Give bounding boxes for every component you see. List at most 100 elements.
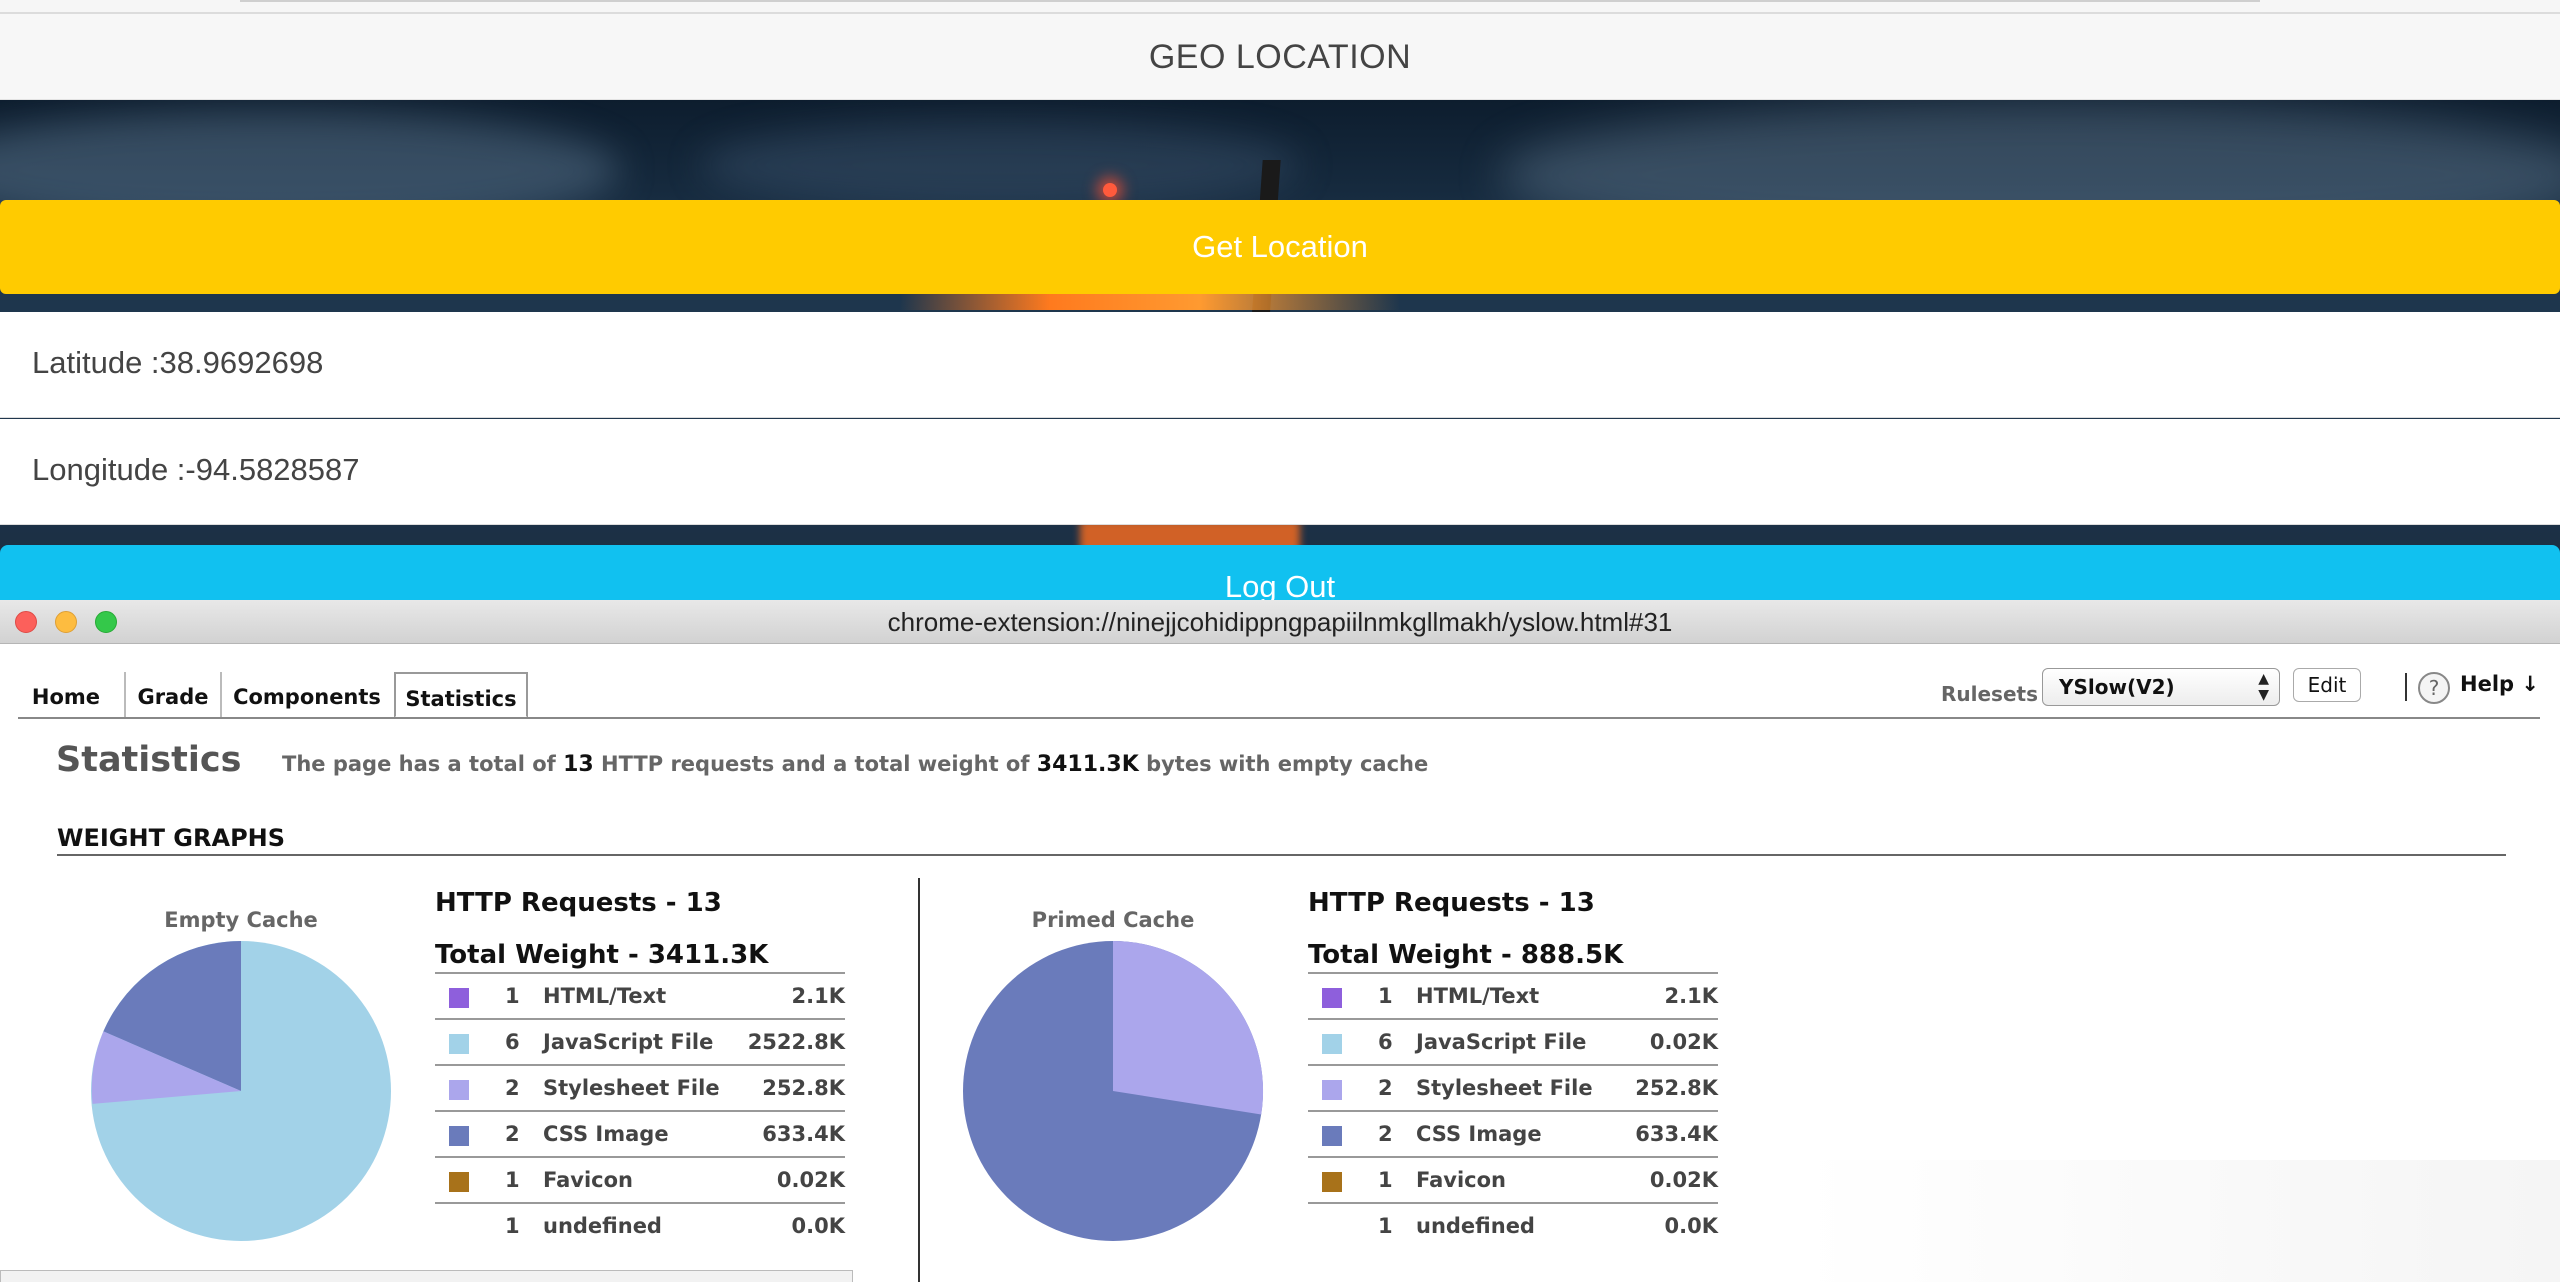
- legend-swatch-icon: [449, 1034, 469, 1054]
- cloud-shape: [700, 120, 1300, 210]
- top-edge-line: [240, 0, 2260, 2]
- table-row: 1 undefined 0.0K: [435, 1202, 845, 1248]
- primed-cache-weight: Total Weight - 888.5K: [1308, 940, 1624, 970]
- ruleset-select[interactable]: YSlow(V2) ▲ ▼: [2042, 668, 2280, 706]
- table-row: 6 JavaScript File 0.02K: [1308, 1018, 1718, 1064]
- empty-cache-pie-chart: [91, 941, 391, 1241]
- row-type: JavaScript File: [543, 1030, 714, 1054]
- longitude-text: Longitude :-94.5828587: [32, 452, 360, 487]
- cache-divider: [918, 878, 920, 1282]
- table-row: 1 Favicon 0.02K: [435, 1156, 845, 1202]
- legend-swatch-icon: [1322, 1172, 1342, 1192]
- empty-cache-label: Empty Cache: [164, 908, 318, 932]
- tab-components[interactable]: Components: [220, 672, 392, 718]
- legend-swatch-icon: [449, 1126, 469, 1146]
- select-arrows-icon: ▲ ▼: [2258, 671, 2269, 703]
- row-count: 1: [1378, 1168, 1393, 1192]
- row-size: 633.4K: [1635, 1122, 1718, 1146]
- legend-swatch-icon: [1322, 1034, 1342, 1054]
- get-location-button[interactable]: Get Location: [0, 200, 2560, 294]
- row-type: HTML/Text: [1416, 984, 1540, 1008]
- summary-requests: 13: [563, 752, 594, 777]
- primed-cache-table: 1 HTML/Text 2.1K 6 JavaScript File 0.02K 2 St…: [1308, 972, 1718, 1248]
- row-size: 2.1K: [791, 984, 845, 1008]
- table-row: 2 Stylesheet File 252.8K: [1308, 1064, 1718, 1110]
- row-count: 2: [1378, 1076, 1393, 1100]
- weight-graphs-rule: [57, 854, 2506, 856]
- empty-cache-table: 1 HTML/Text 2.1K 6 JavaScript File 2522.8K 2…: [435, 972, 845, 1248]
- row-type: undefined: [543, 1214, 662, 1238]
- row-type: CSS Image: [543, 1122, 669, 1146]
- row-count: 2: [505, 1076, 520, 1100]
- app-navbar: GEO LOCATION: [0, 14, 2560, 100]
- row-size: 252.8K: [762, 1076, 845, 1100]
- rulesets-label: Rulesets: [1941, 682, 2038, 706]
- tab-home[interactable]: Home: [22, 672, 110, 718]
- legend-swatch-icon: [1322, 1126, 1342, 1146]
- ruleset-selected-value: YSlow(V2): [2059, 675, 2175, 699]
- summary-suffix: bytes with empty cache: [1146, 752, 1429, 776]
- yslow-window: chrome-extension://ninejjcohidippngpapii…: [0, 600, 2560, 1282]
- legend-swatch-icon: [449, 1172, 469, 1192]
- table-row: 2 Stylesheet File 252.8K: [435, 1064, 845, 1110]
- summary-weight: 3411.3K: [1036, 752, 1139, 777]
- row-count: 6: [1378, 1030, 1393, 1054]
- edit-button[interactable]: Edit: [2293, 668, 2361, 702]
- pie-slice-stylesheet: [1113, 941, 1264, 1115]
- tab-statistics[interactable]: Statistics: [394, 672, 528, 718]
- row-size: 0.0K: [1664, 1214, 1718, 1238]
- row-count: 2: [1378, 1122, 1393, 1146]
- table-row: 1 Favicon 0.02K: [1308, 1156, 1718, 1202]
- window-url: chrome-extension://ninejjcohidippngpapii…: [887, 607, 1673, 637]
- row-type: Stylesheet File: [1416, 1076, 1593, 1100]
- row-count: 1: [505, 1214, 520, 1238]
- table-row: 2 CSS Image 633.4K: [1308, 1110, 1718, 1156]
- help-menu[interactable]: Help ↓: [2460, 672, 2539, 696]
- summary-prefix: The page has a total of: [282, 752, 556, 776]
- row-type: Stylesheet File: [543, 1076, 720, 1100]
- row-count: 6: [505, 1030, 520, 1054]
- primed-cache-label: Primed Cache: [1031, 908, 1195, 932]
- browser-top-strip: [0, 0, 2560, 14]
- row-size: 0.02K: [1649, 1030, 1718, 1054]
- table-row: 1 HTML/Text 2.1K: [1308, 972, 1718, 1018]
- page-title: GEO LOCATION: [1148, 38, 1412, 76]
- row-size: 252.8K: [1635, 1076, 1718, 1100]
- row-count: 1: [505, 984, 520, 1008]
- row-size: 2.1K: [1664, 984, 1718, 1008]
- row-type: CSS Image: [1416, 1122, 1542, 1146]
- tab-grade[interactable]: Grade: [124, 672, 220, 718]
- row-size: 633.4K: [762, 1122, 845, 1146]
- row-type: JavaScript File: [1416, 1030, 1587, 1054]
- row-size: 0.02K: [1649, 1168, 1718, 1192]
- primed-cache-pie-chart: [963, 941, 1264, 1241]
- legend-swatch-icon: [449, 988, 469, 1008]
- table-row: 6 JavaScript File 2522.8K: [435, 1018, 845, 1064]
- row-size: 0.02K: [776, 1168, 845, 1192]
- legend-swatch-icon: [1322, 988, 1342, 1008]
- statistics-heading: Statistics: [56, 740, 242, 780]
- window-titlebar[interactable]: chrome-extension://ninejjcohidippngpapii…: [0, 600, 2560, 644]
- row-type: HTML/Text: [543, 984, 667, 1008]
- latitude-row: Latitude :38.9692698: [0, 312, 2560, 418]
- table-row: 2 CSS Image 633.4K: [435, 1110, 845, 1156]
- summary-middle: HTTP requests and a total weight of: [601, 752, 1030, 776]
- row-size: 2522.8K: [747, 1030, 845, 1054]
- empty-cache-weight: Total Weight - 3411.3K: [435, 940, 769, 970]
- statistics-summary: The page has a total of 13 HTTP requests…: [282, 752, 1428, 777]
- row-type: undefined: [1416, 1214, 1535, 1238]
- beacon-light: [1103, 183, 1117, 197]
- longitude-row: Longitude :-94.5828587: [0, 419, 2560, 525]
- row-count: 1: [1378, 984, 1393, 1008]
- legend-swatch-icon: [1322, 1080, 1342, 1100]
- window-shadow-fade: [1800, 1160, 2560, 1282]
- row-count: 2: [505, 1122, 520, 1146]
- row-type: Favicon: [543, 1168, 633, 1192]
- weight-graphs-heading: WEIGHT GRAPHS: [57, 824, 286, 852]
- latitude-text: Latitude :38.9692698: [32, 345, 324, 380]
- tab-underline: [18, 717, 2540, 719]
- row-size: 0.0K: [791, 1214, 845, 1238]
- help-icon[interactable]: ?: [2418, 672, 2450, 704]
- row-count: 1: [1378, 1214, 1393, 1238]
- primed-cache-requests: HTTP Requests - 13: [1308, 888, 1595, 918]
